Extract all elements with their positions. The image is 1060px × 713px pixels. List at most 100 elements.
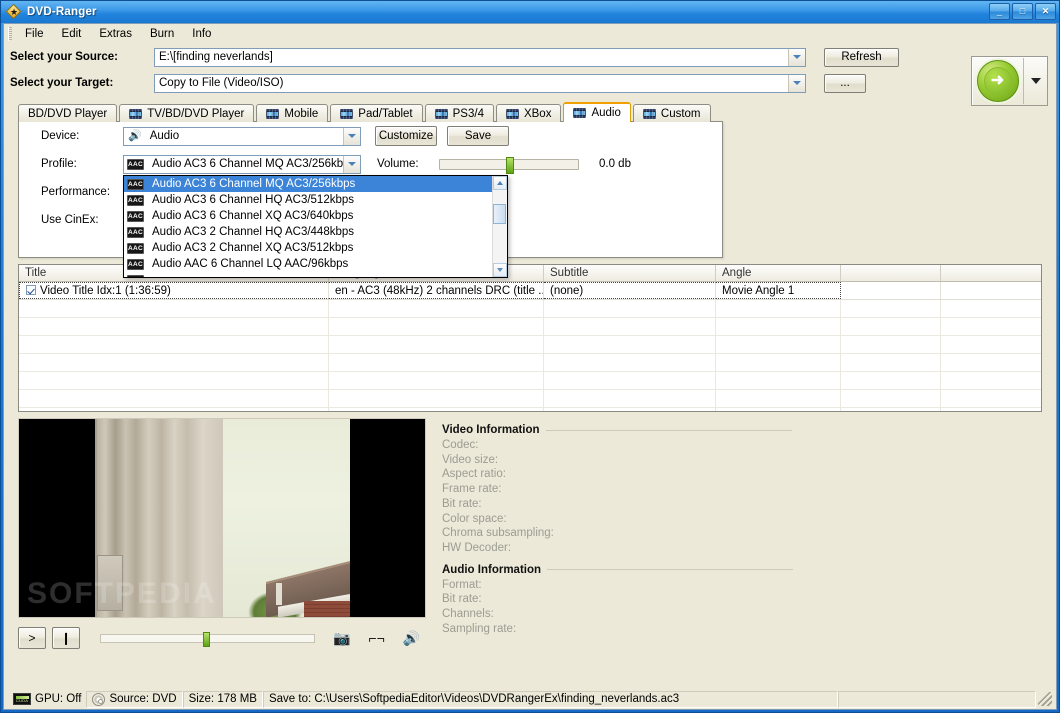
target-combo[interactable]: Copy to File (Video/ISO) <box>154 73 806 93</box>
menu-item-extras[interactable]: Extras <box>90 26 141 42</box>
tab-bd-dvd-player[interactable]: BD/DVD Player <box>18 104 118 122</box>
info-codec: Codec: <box>442 439 479 451</box>
table-row-empty[interactable] <box>19 372 1041 390</box>
profile-option-partial[interactable] <box>124 272 492 277</box>
table-row-empty[interactable] <box>19 336 1041 354</box>
tab-tv-bd-dvd-player[interactable]: TV/BD/DVD Player <box>119 104 255 122</box>
menu-item-file[interactable]: File <box>16 26 53 42</box>
maximize-button[interactable]: □ <box>1012 3 1033 20</box>
tab-label: Audio <box>591 107 621 119</box>
table-row-empty[interactable] <box>19 408 1041 411</box>
info-audio-format: Format: <box>442 578 482 591</box>
playback-slider[interactable] <box>100 631 315 647</box>
refresh-button[interactable]: Refresh <box>824 47 899 67</box>
device-combo[interactable]: 🔊 Audio <box>123 126 361 146</box>
profile-option-label: Audio AC3 2 Channel XQ AC3/512kbps <box>152 242 354 254</box>
cell-language[interactable]: en - AC3 (48kHz) 2 channels DRC (title .… <box>329 282 544 299</box>
source-row: Select your Source: E:\[finding neverlan… <box>4 44 1056 70</box>
table-row[interactable]: Video Title Idx:1 (1:36:59) en - AC3 (48… <box>19 282 1041 300</box>
film-strip-icon <box>505 108 519 119</box>
heading-rule <box>547 569 794 571</box>
crop-icon[interactable]: ⌐¬ <box>368 631 384 645</box>
video-information-title: Video Information <box>442 424 540 436</box>
chevron-down-icon[interactable] <box>343 127 360 145</box>
start-button-group: ➜ <box>971 56 1048 106</box>
start-dropdown-button[interactable] <box>1024 78 1047 84</box>
table-row-empty[interactable] <box>19 318 1041 336</box>
cell-subtitle[interactable]: (none) <box>544 282 716 299</box>
chevron-down-icon[interactable] <box>788 74 805 92</box>
tab-label: PS3/4 <box>452 107 484 120</box>
column-header-extra-1[interactable] <box>841 265 941 281</box>
status-save-to: Save to: C:\Users\SoftpediaEditor\Videos… <box>262 690 838 708</box>
tab-custom[interactable]: Custom <box>632 104 711 122</box>
camera-icon[interactable]: 📷 <box>333 631 350 645</box>
tab-xbox[interactable]: XBox <box>495 104 562 122</box>
cell-extra-1[interactable] <box>841 282 941 299</box>
menu-item-edit[interactable]: Edit <box>53 26 91 42</box>
aac-badge-icon: AAC <box>127 158 144 170</box>
play-button[interactable]: > <box>18 627 46 649</box>
device-row: Device: 🔊 Audio Customize Save <box>19 122 722 150</box>
table-row-empty[interactable] <box>19 390 1041 408</box>
chevron-down-icon[interactable] <box>343 155 360 173</box>
row-checkbox[interactable] <box>26 285 36 295</box>
application-window: ★ DVD-Ranger _ □ ✕ File Edit Extras Burn… <box>0 0 1060 713</box>
speaker-icon[interactable]: 🔊 <box>403 631 420 645</box>
tab-label: TV/BD/DVD Player <box>147 107 245 120</box>
chevron-down-icon[interactable] <box>788 48 805 66</box>
scroll-up-icon[interactable] <box>493 176 507 190</box>
menu-item-info[interactable]: Info <box>183 26 220 42</box>
resize-grip-icon[interactable] <box>1038 692 1052 706</box>
column-header-angle[interactable]: Angle <box>716 265 841 281</box>
cell-extra-2[interactable] <box>941 282 1041 299</box>
scroll-down-icon[interactable] <box>493 263 507 277</box>
start-button[interactable]: ➜ <box>972 58 1024 104</box>
info-aspect-ratio: Aspect ratio: <box>442 468 506 481</box>
cell-angle[interactable]: Movie Angle 1 <box>716 282 841 299</box>
profile-option-label: Audio AC3 6 Channel MQ AC3/256kbps <box>152 178 356 190</box>
playback-slider-thumb[interactable] <box>203 631 210 647</box>
profile-dropdown-list[interactable]: AAC Audio AC3 6 Channel MQ AC3/256kbps A… <box>123 175 508 278</box>
close-button[interactable]: ✕ <box>1035 3 1056 20</box>
video-preview[interactable]: SOFTPEDIA <box>18 418 426 618</box>
aac-badge-icon: AAC <box>127 226 144 238</box>
source-combo[interactable]: E:\[finding neverlands] <box>154 47 806 67</box>
profile-option[interactable]: AAC Audio AAC 6 Channel LQ AAC/96kbps <box>124 256 492 272</box>
column-header-extra-2[interactable] <box>941 265 1041 281</box>
tab-mobile[interactable]: Mobile <box>256 104 329 122</box>
tab-label: Custom <box>660 107 701 120</box>
profile-combo[interactable]: AAC Audio AC3 6 Channel MQ AC3/256kbps <box>123 154 361 174</box>
profile-option-label: Audio AAC 6 Channel LQ AAC/96kbps <box>152 258 349 270</box>
settings-panel: SOFTPEDIA Device: 🔊 Audio Customize Save… <box>18 121 723 278</box>
profile-option[interactable]: AAC Audio AC3 2 Channel XQ AC3/512kbps <box>124 240 492 256</box>
save-button[interactable]: Save <box>447 126 509 146</box>
volume-slider[interactable] <box>439 156 579 174</box>
profile-option[interactable]: AAC Audio AC3 6 Channel MQ AC3/256kbps <box>124 176 492 192</box>
table-row-empty[interactable] <box>19 354 1041 372</box>
status-source-text: Source: DVD <box>109 693 177 705</box>
customize-button[interactable]: Customize <box>375 126 437 146</box>
speaker-icon: 🔊 <box>128 129 142 142</box>
aac-badge-icon <box>127 274 144 277</box>
tab-label: BD/DVD Player <box>28 107 108 120</box>
tab-ps3-4[interactable]: PS3/4 <box>424 104 494 122</box>
pause-button[interactable]: ❙ <box>52 627 80 649</box>
scrollbar-track[interactable] <box>493 190 507 263</box>
cell-title[interactable]: Video Title Idx:1 (1:36:59) <box>19 282 329 299</box>
table-row-empty[interactable] <box>19 300 1041 318</box>
column-header-subtitle[interactable]: Subtitle <box>544 265 716 281</box>
dropdown-scrollbar[interactable] <box>492 176 507 277</box>
menu-item-burn[interactable]: Burn <box>141 26 183 42</box>
tab-audio[interactable]: Audio <box>563 102 631 122</box>
minimize-button[interactable]: _ <box>989 3 1010 20</box>
browse-button[interactable]: ... <box>824 73 866 93</box>
profile-option[interactable]: AAC Audio AC3 6 Channel HQ AC3/512kbps <box>124 192 492 208</box>
volume-slider-thumb[interactable] <box>506 156 514 174</box>
profile-option[interactable]: AAC Audio AC3 6 Channel XQ AC3/640kbps <box>124 208 492 224</box>
profile-option[interactable]: AAC Audio AC3 2 Channel HQ AC3/448kbps <box>124 224 492 240</box>
client-area: File Edit Extras Burn Info Select your S… <box>3 23 1057 710</box>
scrollbar-thumb[interactable] <box>493 204 506 224</box>
film-strip-icon <box>129 108 143 119</box>
tab-pad-tablet[interactable]: Pad/Tablet <box>330 104 423 122</box>
